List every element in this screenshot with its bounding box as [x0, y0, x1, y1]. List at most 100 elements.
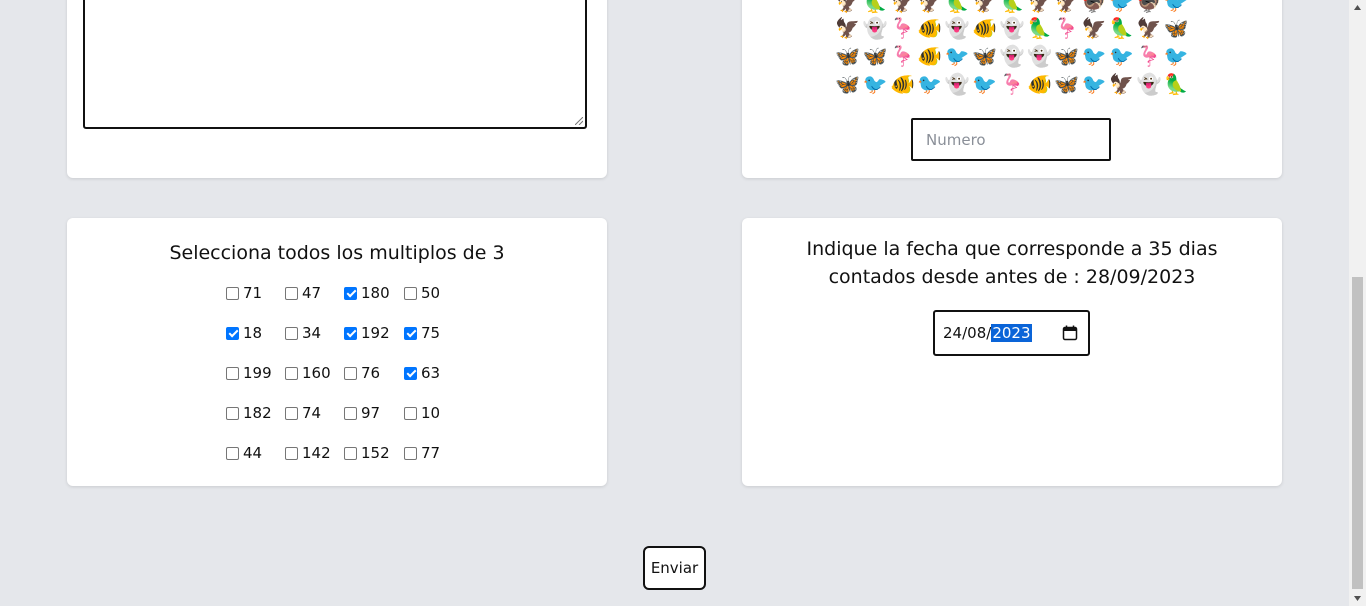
- emoji-cell: 🦅: [1054, 0, 1080, 14]
- emoji-cell: 🐦: [862, 72, 888, 96]
- multiple-option[interactable]: 47: [285, 282, 344, 304]
- option-label: 152: [361, 444, 390, 462]
- checkbox-unchecked[interactable]: [404, 446, 417, 460]
- emoji-cell: 🐦: [1163, 0, 1189, 14]
- checkbox-checked[interactable]: [344, 286, 357, 300]
- emoji-cell: 🦜: [944, 0, 970, 14]
- multiple-option[interactable]: 76: [344, 362, 404, 384]
- option-label: 34: [302, 324, 322, 342]
- emoji-row: 🦅 🦜 🦅 🦅 🦜 🦅 🦜 🦅 🦅 🦃 🐦 🦃 🐦: [834, 0, 1190, 14]
- date-question-card: Indique la fecha que corresponde a 35 di…: [742, 218, 1282, 486]
- emoji-cell: 🦅: [1109, 72, 1135, 96]
- submit-button[interactable]: Enviar: [643, 546, 706, 590]
- option-label: 182: [243, 404, 272, 422]
- emoji-cell: 🦅: [1081, 16, 1107, 40]
- emoji-cell: 🐠: [890, 72, 915, 96]
- multiple-option[interactable]: 160: [285, 362, 344, 384]
- checkbox-unchecked[interactable]: [344, 446, 357, 460]
- emoji-cell: 🐠: [917, 16, 943, 40]
- resize-grip-icon[interactable]: [575, 117, 583, 125]
- multiple-option[interactable]: 192: [344, 322, 404, 344]
- emoji-cell: 🦅: [917, 0, 943, 14]
- checkbox-unchecked[interactable]: [285, 406, 298, 420]
- scroll-down-icon[interactable]: [1353, 594, 1362, 603]
- checkbox-unchecked[interactable]: [404, 406, 417, 420]
- emoji-cell: 🦅: [890, 0, 915, 14]
- emoji-cell: 🦋: [835, 44, 861, 68]
- multiple-option[interactable]: 18: [226, 322, 285, 344]
- emoji-cell: 🦜: [999, 0, 1025, 14]
- emoji-cell: 👻: [1026, 44, 1052, 68]
- numero-input[interactable]: [911, 118, 1111, 161]
- page-scrollbar[interactable]: [1349, 0, 1366, 606]
- emoji-cell: 🐦: [1109, 44, 1135, 68]
- multiple-option[interactable]: 71: [226, 282, 285, 304]
- checkbox-unchecked[interactable]: [226, 366, 239, 380]
- multiples-card: Selecciona todos los multiplos de 3 71 47…: [67, 218, 607, 486]
- answer-textarea[interactable]: [83, 0, 587, 129]
- option-label: 50: [421, 284, 441, 302]
- checkbox-unchecked[interactable]: [285, 326, 298, 340]
- emoji-cell: 👻: [999, 16, 1025, 40]
- multiple-option[interactable]: 50: [404, 282, 463, 304]
- multiple-option[interactable]: 77: [404, 442, 463, 464]
- multiple-option[interactable]: 182: [226, 402, 285, 424]
- emoji-cell: 🦜: [862, 0, 888, 14]
- emoji-cell: 👻: [944, 16, 970, 40]
- multiple-option[interactable]: 180: [344, 282, 404, 304]
- checkbox-unchecked[interactable]: [285, 366, 298, 380]
- option-label: 74: [302, 404, 322, 422]
- multiple-option[interactable]: 142: [285, 442, 344, 464]
- calendar-icon[interactable]: [1062, 325, 1078, 341]
- checkbox-unchecked[interactable]: [344, 366, 357, 380]
- scroll-up-icon[interactable]: [1353, 3, 1362, 12]
- checkbox-unchecked[interactable]: [285, 286, 298, 300]
- checkbox-checked[interactable]: [226, 326, 239, 340]
- emoji-cell: 🦃: [1136, 0, 1162, 14]
- multiple-option[interactable]: 44: [226, 442, 285, 464]
- multiple-option[interactable]: 75: [404, 322, 463, 344]
- checkbox-checked[interactable]: [344, 326, 357, 340]
- emoji-row: 🦅 👻 🦩 🐠 👻 🐠 👻 🦜 🦩 🦅 🦜 🦅 🦋: [834, 14, 1190, 42]
- option-label: 180: [361, 284, 390, 302]
- multiple-option[interactable]: 152: [344, 442, 404, 464]
- multiple-option[interactable]: 63: [404, 362, 463, 384]
- multiple-option[interactable]: 97: [344, 402, 404, 424]
- option-label: 199: [243, 364, 272, 382]
- checkbox-unchecked[interactable]: [285, 446, 298, 460]
- date-input[interactable]: 24/08/2023: [933, 310, 1090, 356]
- scrollbar-thumb[interactable]: [1352, 277, 1363, 589]
- emoji-cell: 🐦: [1081, 44, 1107, 68]
- multiple-option[interactable]: 10: [404, 402, 463, 424]
- date-day[interactable]: 24: [943, 324, 962, 342]
- checkbox-unchecked[interactable]: [226, 286, 239, 300]
- emoji-cell: 🦩: [890, 16, 915, 40]
- multiples-question-title: Selecciona todos los multiplos de 3: [169, 242, 505, 264]
- emoji-cell: 🦜: [1026, 16, 1052, 40]
- multiple-option[interactable]: 74: [285, 402, 344, 424]
- multiple-option[interactable]: 34: [285, 322, 344, 344]
- checkbox-unchecked[interactable]: [226, 446, 239, 460]
- emoji-cell: 🦅: [835, 16, 861, 40]
- checkbox-unchecked[interactable]: [226, 406, 239, 420]
- option-label: 192: [361, 324, 390, 342]
- emoji-cell: 🐦: [944, 44, 970, 68]
- emoji-cell: 🦜: [1163, 72, 1189, 96]
- checkbox-unchecked[interactable]: [404, 286, 417, 300]
- emoji-cell: 🦅: [972, 0, 998, 14]
- date-month[interactable]: 08: [967, 324, 986, 342]
- date-year[interactable]: 2023: [991, 324, 1032, 342]
- emoji-cell: 🐦: [1109, 0, 1135, 14]
- option-label: 63: [421, 364, 441, 382]
- option-label: 160: [302, 364, 331, 382]
- multiple-option[interactable]: 199: [226, 362, 285, 384]
- emoji-cell: 🦅: [1136, 16, 1162, 40]
- checkbox-unchecked[interactable]: [344, 406, 357, 420]
- emoji-cell: 🦋: [1163, 16, 1189, 40]
- checkbox-checked[interactable]: [404, 326, 417, 340]
- emoji-cell: 🐦: [1163, 44, 1189, 68]
- emoji-cell: 👻: [1136, 72, 1162, 96]
- emoji-cell: 🐠: [917, 44, 943, 68]
- checkbox-checked[interactable]: [404, 366, 417, 380]
- emoji-cell: 👻: [944, 72, 970, 96]
